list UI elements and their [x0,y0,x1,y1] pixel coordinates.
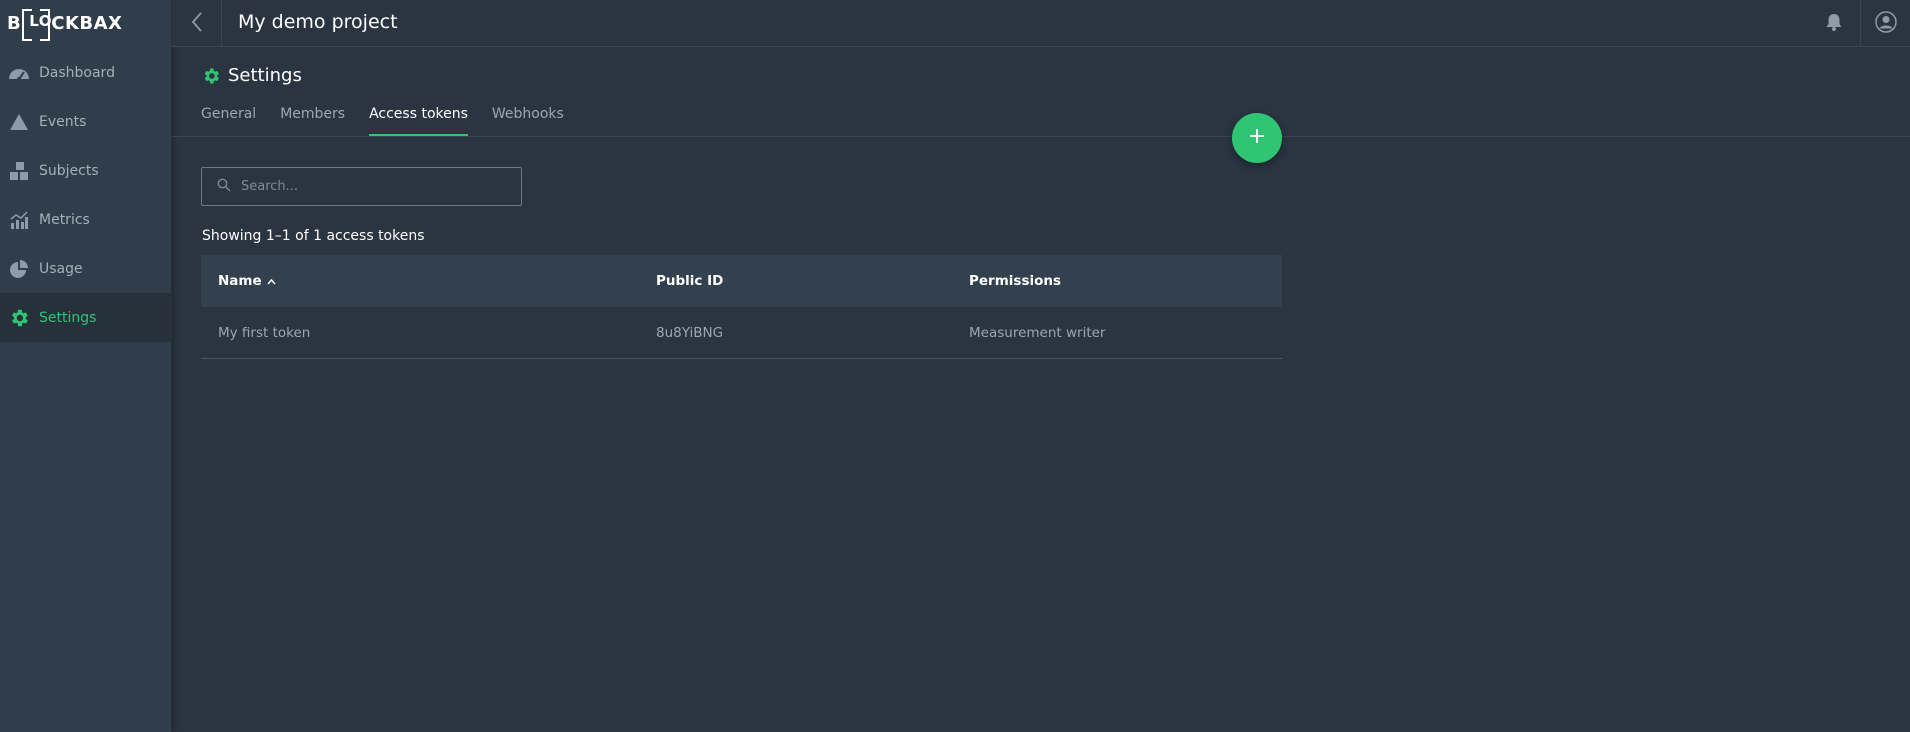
sidebar-item-label: Metrics [39,211,90,228]
user-avatar-icon [1874,10,1897,37]
sidebar-item-label: Settings [39,309,97,326]
sidebar: B LO CKBAX Dashboard Events Subjects Met… [0,0,172,732]
sidebar-item-label: Usage [39,260,83,277]
tab-access-tokens[interactable]: Access tokens [369,106,468,136]
access-tokens-table: Name Public ID Permissions My first toke… [201,255,1282,359]
pie-icon [8,258,30,280]
chart-icon [8,209,30,231]
logo-inner: LO [29,12,53,30]
chevron-left-icon [190,11,204,37]
cell-public-id: 8u8YiBNG [656,324,724,341]
gear-icon [8,307,30,329]
column-header-permissions[interactable]: Permissions [968,273,1282,289]
settings-header: Settings General Members Access tokens W… [172,47,1910,137]
tab-webhooks[interactable]: Webhooks [492,106,564,136]
page-title: Settings [201,65,302,86]
sidebar-nav: Dashboard Events Subjects Metrics Usage … [0,48,172,342]
blockbax-logo[interactable]: B LO CKBAX [7,8,123,41]
top-bar: My demo project [172,0,1910,47]
notifications-button[interactable] [1812,0,1856,47]
sidebar-item-label: Subjects [39,162,99,179]
sort-ascending-icon [267,278,276,285]
table-row[interactable]: My first token 8u8YiBNG Measurement writ… [201,307,1282,359]
speedometer-icon [8,62,30,84]
app-root: B LO CKBAX Dashboard Events Subjects Met… [0,0,1910,732]
column-header-public-id[interactable]: Public ID [655,273,968,289]
add-token-button[interactable] [1232,113,1282,163]
logo-suffix: CKBAX [51,12,123,34]
results-summary: Showing 1–1 of 1 access tokens [202,228,425,244]
sidebar-item-dashboard[interactable]: Dashboard [0,48,172,97]
user-menu-button[interactable] [1860,0,1910,47]
tab-general[interactable]: General [201,106,256,136]
settings-tabs: General Members Access tokens Webhooks [201,106,588,136]
sidebar-item-usage[interactable]: Usage [0,244,172,293]
tab-members[interactable]: Members [280,106,345,136]
project-title: My demo project [238,11,398,33]
cubes-icon [8,160,30,182]
back-button[interactable] [172,0,222,47]
search-input[interactable] [241,179,511,194]
cell-permissions: Measurement writer [969,324,1106,341]
sidebar-item-label: Events [39,113,87,130]
column-header-name[interactable]: Name [201,273,655,289]
cell-name: My first token [218,324,311,341]
sidebar-item-settings[interactable]: Settings [0,293,172,342]
table-header: Name Public ID Permissions [201,255,1282,307]
logo-prefix: B [7,12,22,34]
sidebar-item-metrics[interactable]: Metrics [0,195,172,244]
sidebar-item-subjects[interactable]: Subjects [0,146,172,195]
plus-icon [1249,128,1265,148]
sidebar-item-events[interactable]: Events [0,97,172,146]
search-field[interactable] [201,167,522,206]
gear-icon [201,66,221,86]
page-title-text: Settings [228,65,302,86]
warning-triangle-icon [8,111,30,133]
bell-icon [1824,12,1844,36]
search-icon [217,177,231,196]
sidebar-item-label: Dashboard [39,64,115,81]
logo-bracket: LO [22,8,53,41]
